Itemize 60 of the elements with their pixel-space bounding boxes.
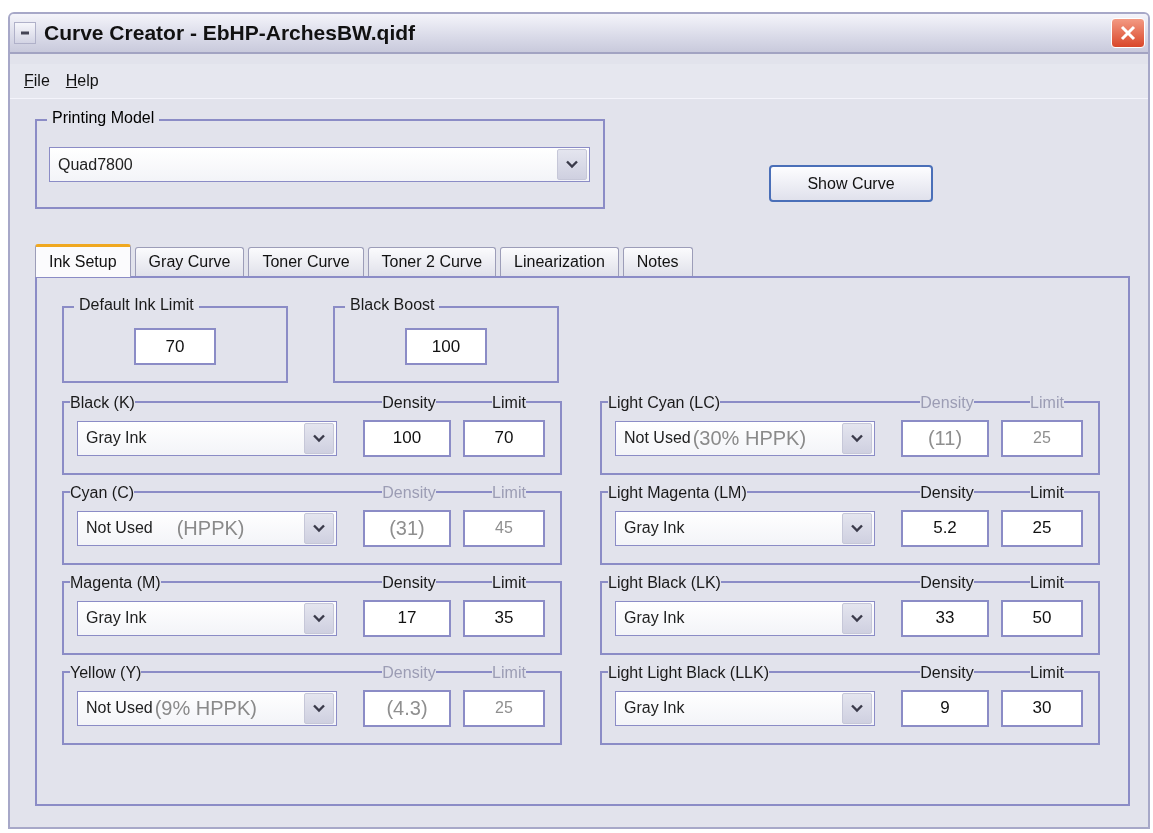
density-field[interactable]: 17: [363, 599, 451, 637]
chevron-down-icon: [851, 613, 863, 623]
chevron-down-icon: [851, 433, 863, 443]
ink-label: Yellow (Y): [70, 663, 142, 683]
menu-item[interactable]: Help: [65, 72, 99, 90]
density-label: Density: [382, 483, 436, 503]
ink-label: Light Black (LK): [608, 573, 721, 593]
ink-mode-dropdown[interactable]: Not Used (HPPK): [77, 510, 337, 546]
density-field[interactable]: 33: [901, 599, 989, 637]
tab[interactable]: Gray Curve: [134, 247, 245, 276]
limit-field[interactable]: 50: [1001, 599, 1083, 637]
chevron-down-icon: [313, 613, 325, 623]
ink-label: Light Cyan (LC): [608, 393, 721, 413]
ink-mode-dropdown[interactable]: Not Used(9% HPPK): [77, 690, 337, 726]
ink-mode-dropdown[interactable]: Gray Ink: [615, 600, 875, 636]
ink-label: Light Magenta (LM): [608, 483, 747, 503]
tab[interactable]: Linearization: [500, 247, 619, 276]
limit-field[interactable]: 70: [463, 419, 545, 457]
ink-mode-dropdown[interactable]: Gray Ink: [77, 420, 337, 456]
tab[interactable]: Toner Curve: [248, 247, 364, 276]
system-menu-icon[interactable]: [14, 22, 36, 44]
show-curve-button[interactable]: Show Curve: [769, 165, 933, 202]
ink-label: Magenta (M): [70, 573, 161, 593]
tab[interactable]: Notes: [622, 247, 693, 276]
density-label: Density: [920, 663, 974, 683]
chevron-down-icon: [313, 703, 325, 713]
close-icon: [1119, 24, 1137, 42]
chevron-down-icon: [851, 523, 863, 533]
chevron-down-icon: [313, 433, 325, 443]
tab[interactable]: Toner 2 Curve: [367, 247, 497, 276]
chevron-down-icon: [566, 160, 578, 169]
tab[interactable]: Ink Setup: [35, 244, 131, 277]
ink-mode-dropdown[interactable]: Gray Ink: [615, 690, 875, 726]
density-field[interactable]: 9: [901, 689, 989, 727]
limit-field[interactable]: 25: [1001, 509, 1083, 547]
density-label: Density: [920, 393, 974, 413]
window-title: Curve Creator - EbHP-ArchesBW.qidf: [44, 21, 417, 45]
ink-label: Cyan (C): [70, 483, 134, 503]
density-label: Density: [382, 573, 436, 593]
density-label: Density: [382, 663, 436, 683]
chevron-down-icon: [851, 703, 863, 713]
value-field[interactable]: 70: [134, 328, 216, 365]
limit-field[interactable]: 35: [463, 599, 545, 637]
density-field[interactable]: 5.2: [901, 509, 989, 547]
menu-item[interactable]: File: [24, 72, 50, 90]
group-label: Printing Model: [47, 109, 160, 127]
ink-mode-dropdown[interactable]: Gray Ink: [77, 600, 337, 636]
limit-field[interactable]: 30: [1001, 689, 1083, 727]
ink-label: Black (K): [70, 393, 135, 413]
ink-label: Light Light Black (LLK): [608, 663, 769, 683]
printing-model-dropdown[interactable]: Quad7800: [49, 147, 590, 182]
density-label: Density: [920, 573, 974, 593]
ink-mode-dropdown[interactable]: Gray Ink: [615, 510, 875, 546]
value-field[interactable]: 100: [405, 328, 487, 365]
density-label: Density: [382, 393, 436, 413]
density-label: Density: [920, 483, 974, 503]
density-field[interactable]: 100: [363, 419, 451, 457]
chevron-down-icon: [313, 523, 325, 533]
close-button[interactable]: [1111, 18, 1145, 48]
ink-mode-dropdown[interactable]: Not Used(30% HPPK): [615, 420, 875, 456]
